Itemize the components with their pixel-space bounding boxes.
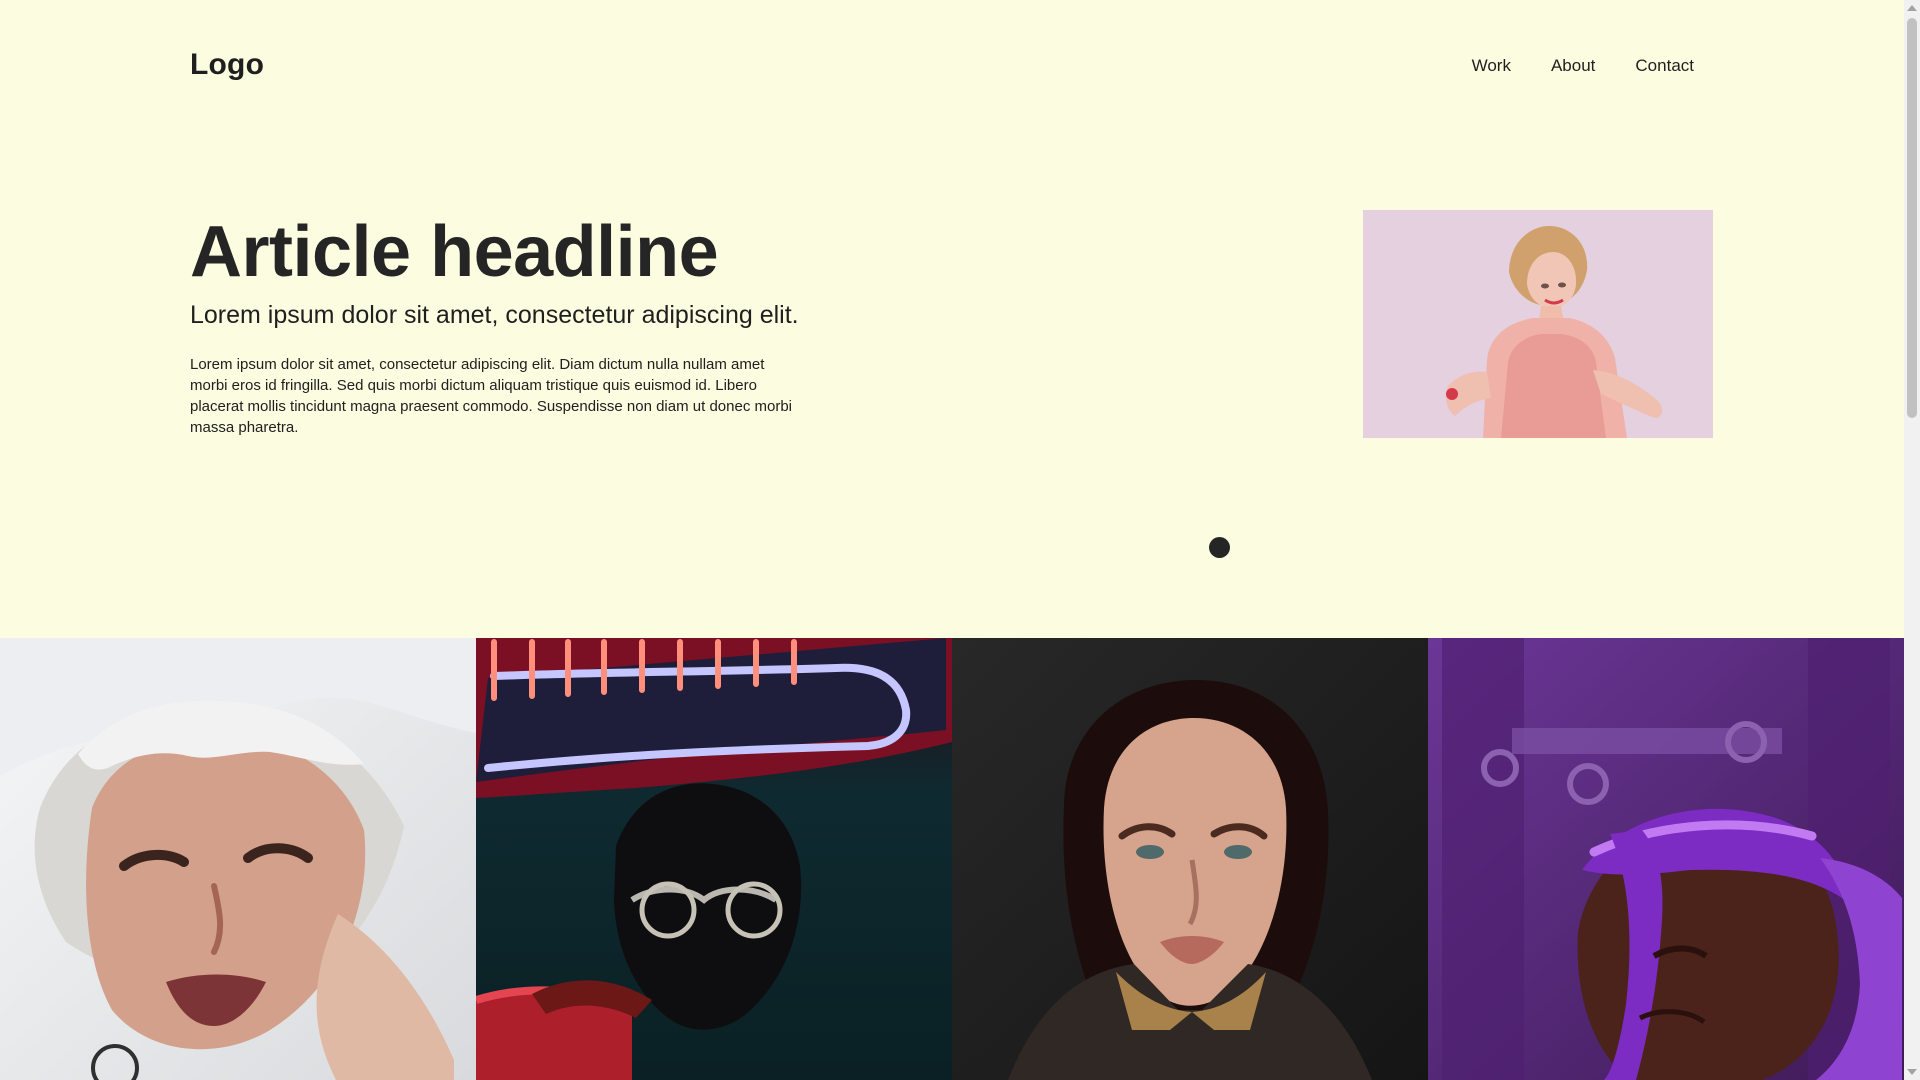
- chevron-down-icon[interactable]: [1907, 1069, 1917, 1075]
- article-body: Lorem ipsum dolor sit amet, consectetur …: [190, 356, 792, 436]
- vertical-scrollbar[interactable]: [1904, 0, 1920, 1080]
- portrait-gallery: [0, 638, 1904, 1080]
- logo[interactable]: Logo: [190, 48, 264, 82]
- main-nav: Work About Contact: [1472, 56, 1694, 76]
- page: Logo Work About Contact Article headline…: [0, 0, 1920, 1080]
- chevron-up-icon[interactable]: [1907, 5, 1917, 11]
- portrait-image: [1428, 638, 1904, 1080]
- hero-portrait-image: [1363, 210, 1713, 438]
- viewport: Logo Work About Contact Article headline…: [0, 0, 1904, 1080]
- portrait-image: [476, 638, 952, 1080]
- carousel-dot[interactable]: [1209, 537, 1230, 558]
- nav-item-contact[interactable]: Contact: [1635, 56, 1694, 76]
- hero-text: Article headline Lorem ipsum dolor sit a…: [190, 210, 830, 438]
- article-headline: Article headline: [190, 212, 719, 292]
- gallery-tile-3[interactable]: [952, 638, 1428, 1080]
- hero-portrait-illustration: [1363, 210, 1713, 438]
- top-navigation: Logo Work About Contact: [0, 0, 1904, 140]
- gallery-tile-4[interactable]: [1428, 638, 1904, 1080]
- gallery-tile-2[interactable]: [476, 638, 952, 1080]
- scrollbar-thumb[interactable]: [1907, 18, 1917, 418]
- portrait-image: [0, 638, 476, 1080]
- nav-item-work[interactable]: Work: [1472, 56, 1511, 76]
- article-subheadline: Lorem ipsum dolor sit amet, consectetur …: [190, 301, 799, 329]
- portrait-image: [952, 638, 1428, 1080]
- nav-item-about[interactable]: About: [1551, 56, 1595, 76]
- gallery-tile-1[interactable]: [0, 638, 476, 1080]
